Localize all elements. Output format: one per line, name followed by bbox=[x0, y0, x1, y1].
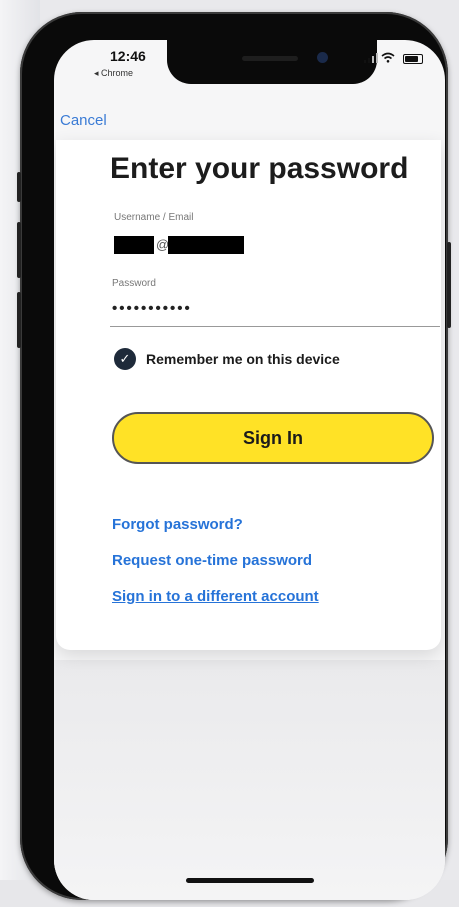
wifi-icon bbox=[381, 51, 395, 66]
power-button bbox=[447, 242, 451, 328]
back-to-app-link[interactable]: ◂ Chrome bbox=[94, 68, 133, 79]
password-field[interactable]: ••••••••••• bbox=[112, 300, 192, 317]
status-icons bbox=[363, 50, 423, 66]
sign-in-button[interactable]: Sign In bbox=[112, 412, 434, 464]
password-label: Password bbox=[112, 278, 156, 289]
password-underline bbox=[110, 326, 440, 327]
remember-me-label: Remember me on this device bbox=[146, 351, 340, 367]
screen-background bbox=[54, 660, 445, 900]
page-title: Enter your password bbox=[110, 152, 409, 185]
speaker-grille bbox=[242, 56, 298, 61]
redaction-bar bbox=[168, 236, 244, 254]
front-camera bbox=[317, 52, 328, 63]
different-account-link[interactable]: Sign in to a different account bbox=[112, 588, 319, 605]
one-time-password-link[interactable]: Request one-time password bbox=[112, 552, 312, 569]
volume-down-button bbox=[17, 292, 21, 348]
remember-me-checkbox[interactable]: ✓ Remember me on this device bbox=[114, 348, 340, 370]
notch bbox=[167, 40, 377, 84]
phone-screen: 12:46 ◂ Chrome Cancel Enter your passwor… bbox=[54, 40, 445, 900]
signal-icon bbox=[363, 51, 378, 66]
forgot-password-link[interactable]: Forgot password? bbox=[112, 516, 243, 533]
cancel-link[interactable]: Cancel bbox=[60, 112, 107, 129]
mute-switch bbox=[17, 172, 21, 202]
redaction-bar bbox=[114, 236, 154, 254]
check-circle-icon: ✓ bbox=[114, 348, 136, 370]
phone-frame: 12:46 ◂ Chrome Cancel Enter your passwor… bbox=[17, 12, 451, 900]
login-card: Enter your password Username / Email @ P… bbox=[56, 140, 441, 650]
volume-up-button bbox=[17, 222, 21, 278]
username-field[interactable]: @ bbox=[114, 236, 244, 254]
status-time: 12:46 bbox=[110, 48, 146, 64]
battery-icon bbox=[403, 53, 423, 64]
home-indicator[interactable] bbox=[186, 878, 314, 883]
username-label: Username / Email bbox=[114, 212, 194, 223]
